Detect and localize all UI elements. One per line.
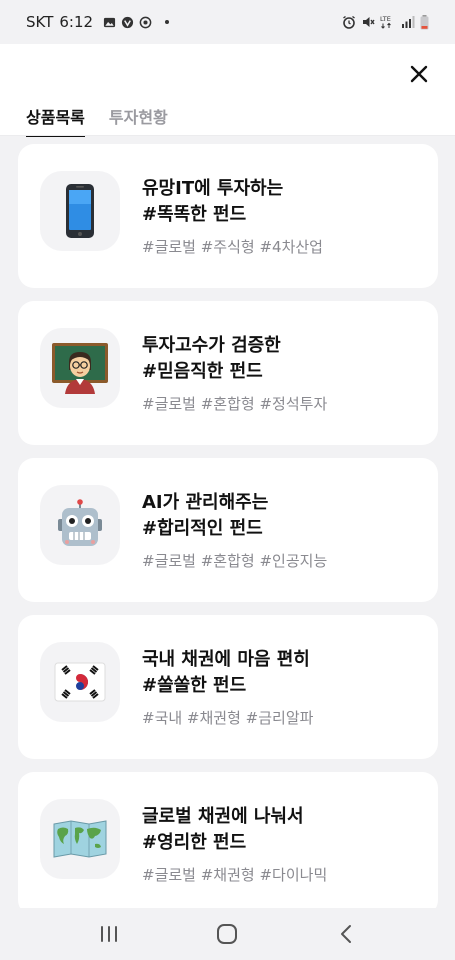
status-bar: SKT 6:12 LTE: [0, 0, 455, 44]
product-title-line2: #믿음직한 펀드: [142, 361, 263, 382]
product-card[interactable]: 투자고수가 검증한 #믿음직한 펀드 #글로벌 #혼합형 #정석투자: [18, 301, 438, 445]
mobile-phone-icon: [66, 184, 94, 238]
product-card[interactable]: AI가 관리해주는 #합리적인 펀드 #글로벌 #혼합형 #인공지능: [18, 458, 438, 602]
recent-apps-icon: [101, 926, 118, 942]
tab-investment-status[interactable]: 투자현황: [109, 104, 168, 137]
product-text: 투자고수가 검증한 #믿음직한 펀드 #글로벌 #혼합형 #정석투자: [142, 333, 327, 414]
tab-product-list[interactable]: 상품목록: [26, 104, 85, 137]
product-icon-box: [40, 171, 120, 251]
product-text: 국내 채권에 마음 편히 #쏠쏠한 펀드 #국내 #채권형 #금리알파: [142, 647, 313, 728]
product-tags: #글로벌 #채권형 #다이나믹: [142, 866, 328, 884]
lte-label: LTE: [380, 15, 391, 23]
product-list: 유망IT에 투자하는 #똑똑한 펀드 #글로벌 #주식형 #4차산업 투자고수가…: [18, 144, 438, 929]
home-button[interactable]: [207, 914, 247, 954]
product-title-line2: #영리한 펀드: [142, 832, 247, 853]
product-tags: #글로벌 #주식형 #4차산업: [142, 238, 323, 256]
more-notifications-dot: [165, 20, 170, 24]
product-title-line2: #합리적인 펀드: [142, 518, 263, 539]
product-title-line1: 유망IT에 투자하는: [142, 178, 284, 199]
world-map-icon: [53, 820, 107, 858]
product-title-line1: 투자고수가 검증한: [142, 335, 281, 356]
status-right: LTE: [342, 14, 429, 30]
product-title-line1: 국내 채권에 마음 편히: [142, 649, 310, 670]
signal-icon: [402, 16, 415, 28]
product-tags: #국내 #채권형 #금리알파: [142, 709, 314, 727]
back-icon: [340, 925, 351, 943]
product-tags: #글로벌 #혼합형 #인공지능: [142, 552, 328, 570]
product-title-line2: #쏠쏠한 펀드: [142, 675, 247, 696]
product-icon-box: [40, 799, 120, 879]
product-card[interactable]: 글로벌 채권에 나눠서 #영리한 펀드 #글로벌 #채권형 #다이나믹: [18, 772, 438, 916]
product-card[interactable]: 유망IT에 투자하는 #똑똑한 펀드 #글로벌 #주식형 #4차산업: [18, 144, 438, 288]
battery-icon: [420, 14, 429, 29]
robot-icon: [58, 499, 102, 546]
header-divider: [0, 135, 455, 136]
product-icon-box: [40, 328, 120, 408]
system-nav-bar: [0, 908, 455, 960]
product-icon-box: [40, 485, 120, 565]
mute-icon: [363, 17, 375, 27]
status-carrier: SKT: [26, 13, 54, 31]
lte-icon: LTE: [380, 15, 391, 29]
alarm-icon: [343, 15, 355, 29]
tab-bar: 상품목록 투자현황: [26, 104, 168, 137]
product-title-line1: 글로벌 채권에 나눠서: [142, 806, 304, 827]
korea-flag-icon: [54, 662, 106, 702]
vpn-icon: [121, 16, 134, 28]
product-icon-box: [40, 642, 120, 722]
product-card[interactable]: 국내 채권에 마음 편히 #쏠쏠한 펀드 #국내 #채권형 #금리알파: [18, 615, 438, 759]
product-text: 글로벌 채권에 나눠서 #영리한 펀드 #글로벌 #채권형 #다이나믹: [142, 804, 327, 885]
close-icon: [410, 65, 428, 83]
close-button[interactable]: [407, 62, 431, 86]
product-text: 유망IT에 투자하는 #똑똑한 펀드 #글로벌 #주식형 #4차산업: [142, 176, 323, 257]
status-left: SKT 6:12: [26, 13, 170, 31]
status-time: 6:12: [59, 13, 94, 31]
app-header: 상품목록 투자현황: [0, 44, 455, 137]
sync-icon: [139, 16, 152, 28]
notification-icons: [103, 16, 170, 29]
teacher-icon: [52, 343, 108, 394]
product-text: AI가 관리해주는 #합리적인 펀드 #글로벌 #혼합형 #인공지능: [142, 490, 327, 571]
recent-apps-button[interactable]: [89, 914, 129, 954]
product-title-line1: AI가 관리해주는: [142, 492, 269, 513]
product-title-line2: #똑똑한 펀드: [142, 204, 247, 225]
back-button[interactable]: [326, 914, 366, 954]
gallery-icon: [103, 17, 116, 27]
product-tags: #글로벌 #혼합형 #정석투자: [142, 395, 328, 413]
home-icon: [217, 924, 238, 944]
